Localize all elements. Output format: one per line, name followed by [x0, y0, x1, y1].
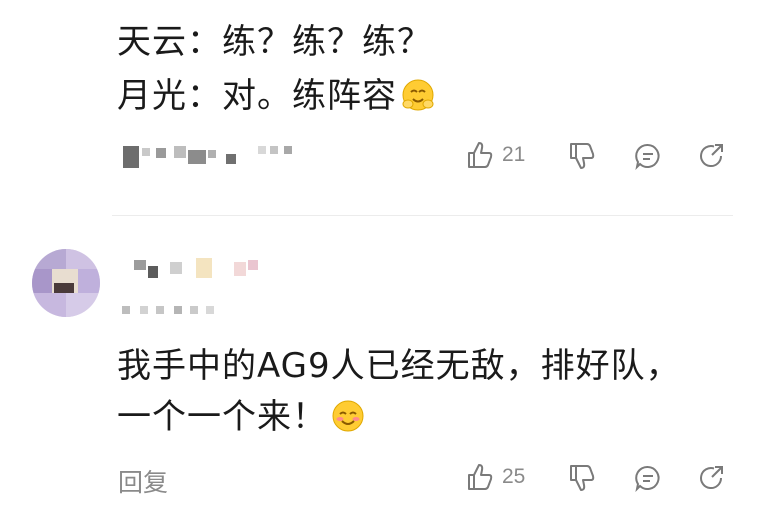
thumbs-up-icon — [466, 462, 494, 492]
share-icon — [698, 464, 726, 492]
dislike-button[interactable] — [568, 463, 596, 493]
avatar[interactable] — [32, 249, 100, 317]
thumbs-down-icon — [568, 463, 596, 493]
comment-text-line: 天云：练？练？练？ — [117, 22, 432, 62]
share-icon — [698, 142, 726, 170]
comment-text-line: 月光：对。练阵容 — [117, 76, 435, 116]
like-count: 21 — [502, 143, 526, 166]
like-button[interactable]: 25 — [466, 462, 525, 492]
comment-text: 一个一个来！ — [117, 397, 327, 437]
reply-button[interactable]: 回复 — [118, 463, 168, 499]
like-button[interactable]: 21 — [466, 140, 525, 170]
like-count: 25 — [502, 465, 526, 488]
thumbs-up-icon — [466, 140, 494, 170]
smiling-hands-emoji-icon — [401, 78, 435, 112]
share-button[interactable] — [698, 142, 726, 170]
divider — [112, 215, 733, 216]
dislike-button[interactable] — [568, 141, 596, 171]
share-button[interactable] — [698, 464, 726, 492]
comment-text-line: 我手中的AG9人已经无敌，排好队， — [117, 346, 681, 386]
comment-button[interactable] — [634, 464, 662, 492]
blushing-smile-emoji-icon — [331, 399, 365, 433]
comment-icon — [634, 464, 662, 492]
comment-button[interactable] — [634, 142, 662, 170]
comment-text: 月光：对。练阵容 — [117, 76, 397, 116]
comment-icon — [634, 142, 662, 170]
comment-text-line: 一个一个来！ — [117, 397, 365, 437]
thumbs-down-icon — [568, 141, 596, 171]
